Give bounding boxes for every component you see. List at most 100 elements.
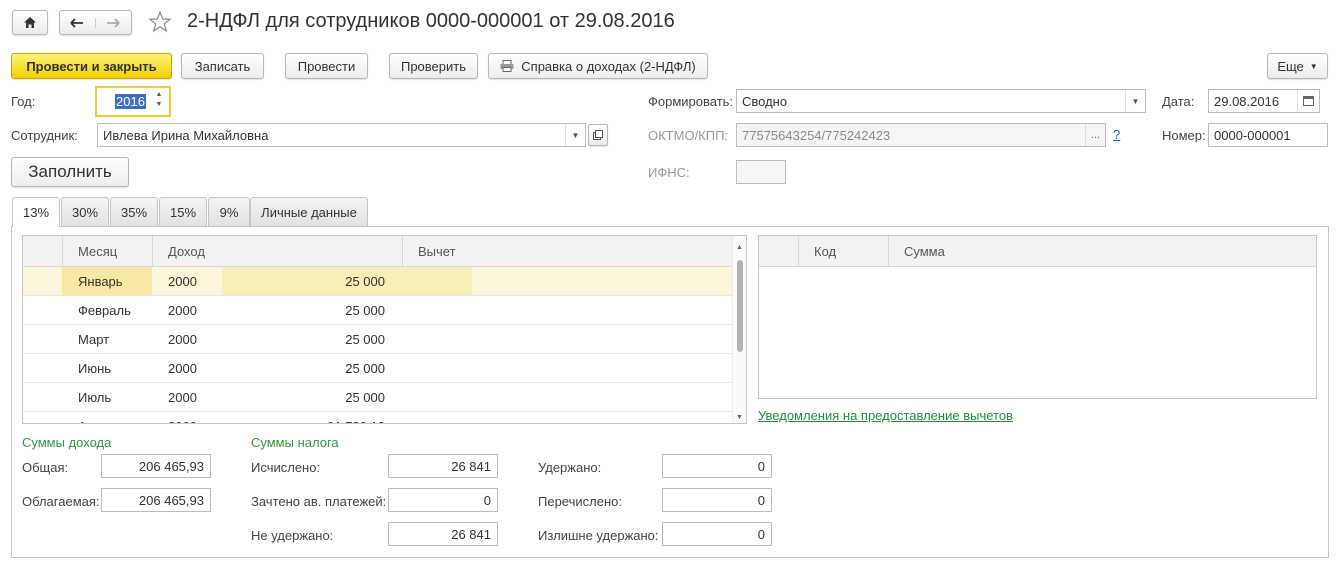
deduction-table[interactable]: Код Сумма <box>758 235 1317 399</box>
calendar-icon[interactable] <box>1297 90 1319 112</box>
generate-label: Формировать: <box>648 94 734 109</box>
deduction-table-header: Код Сумма <box>759 236 1316 267</box>
employee-value: Ивлева Ирина Михайловна <box>103 127 269 143</box>
printer-icon <box>500 60 514 72</box>
oktmo-label: ОКТМО/КПП: <box>648 128 729 143</box>
income-scrollbar[interactable]: ▲ ▼ <box>732 236 746 423</box>
income-table-header: Месяц Доход Вычет <box>23 236 746 267</box>
tax-calculated-field[interactable]: 26 841 <box>388 454 498 478</box>
tab-13[interactable]: 13% <box>12 197 60 227</box>
oktmo-select-button[interactable]: ... <box>1085 124 1105 146</box>
tax-transferred-field[interactable]: 0 <box>662 488 772 512</box>
month-cell: Февраль <box>78 302 131 318</box>
employee-label: Сотрудник: <box>11 128 78 143</box>
col-code-header[interactable]: Код <box>798 236 888 267</box>
tax-transferred-value: 0 <box>757 492 765 508</box>
tab-9[interactable]: 9% <box>208 197 250 226</box>
table-row[interactable]: Февраль 2000 25 000 <box>23 296 733 325</box>
deduction-notices-link[interactable]: Уведомления на предоставление вычетов <box>758 408 1013 423</box>
tax-credited-value: 0 <box>483 492 491 508</box>
income-code-cell: 2000 <box>168 360 197 376</box>
scroll-down-icon[interactable]: ▼ <box>736 414 743 421</box>
deduction-code-cell <box>402 383 472 411</box>
chevron-down-icon[interactable]: ▼ <box>1125 90 1145 112</box>
income-taxable-field[interactable]: 206 465,93 <box>101 488 211 512</box>
window-title: 2-НДФЛ для сотрудников 0000-000001 от 29… <box>187 10 675 32</box>
forward-icon[interactable] <box>96 17 132 28</box>
chevron-down-icon[interactable]: ▼ <box>565 124 585 146</box>
favorite-star-icon[interactable] <box>148 10 172 37</box>
save-button[interactable]: Записать <box>181 53 264 79</box>
tax-withheld-field[interactable]: 0 <box>662 454 772 478</box>
number-value: 0000-000001 <box>1214 127 1291 143</box>
income-amount-cell: 25 000 <box>345 331 385 347</box>
income-amount-cell: 25 000 <box>345 360 385 376</box>
tax-not-withheld-field[interactable]: 26 841 <box>388 522 498 546</box>
scroll-thumb[interactable] <box>737 260 743 352</box>
tax-not-withheld-value: 26 841 <box>451 526 491 542</box>
table-row[interactable]: Январь 2000 25 000 <box>23 267 733 296</box>
date-field[interactable]: 29.08.2016 <box>1208 89 1320 113</box>
number-label: Номер: <box>1162 128 1206 143</box>
nav-buttons <box>59 10 132 35</box>
post-button[interactable]: Провести <box>285 53 368 79</box>
tab-personal-data[interactable]: Личные данные <box>250 197 368 226</box>
back-icon[interactable] <box>60 17 96 28</box>
col-month-header[interactable]: Месяц <box>62 236 152 267</box>
income-taxable-label: Облагаемая: <box>22 494 100 509</box>
fill-button[interactable]: Заполнить <box>11 157 129 187</box>
table-row[interactable]: Июль 2000 25 000 <box>23 383 733 412</box>
home-button[interactable] <box>12 10 48 35</box>
table-row[interactable]: Март 2000 25 000 <box>23 325 733 354</box>
table-row[interactable]: Июнь 2000 25 000 <box>23 354 733 383</box>
tab-15[interactable]: 15% <box>159 197 207 226</box>
number-field[interactable]: 0000-000001 <box>1208 123 1328 147</box>
tax-excess-value: 0 <box>757 526 765 542</box>
income-amount-cell: 91 730,12 <box>222 412 402 424</box>
income-code-cell: 2000 <box>168 273 197 289</box>
deduction-code-cell <box>402 296 472 324</box>
tab-30[interactable]: 30% <box>61 197 109 226</box>
post-and-close-button[interactable]: Провести и закрыть <box>11 53 172 79</box>
more-menu-button[interactable]: Еще ▼ <box>1267 53 1328 79</box>
generate-select[interactable]: Сводно ▼ <box>736 89 1146 113</box>
tax-not-withheld-label: Не удержано: <box>251 528 334 543</box>
employee-field[interactable]: Ивлева Ирина Михайловна ▼ <box>97 123 586 147</box>
ifns-field[interactable] <box>736 160 786 184</box>
open-icon <box>593 130 603 140</box>
income-amount-cell: 25 000 <box>345 389 385 405</box>
col-sum-header[interactable]: Сумма <box>888 236 1316 267</box>
year-field[interactable]: 2016 ▲ ▼ <box>95 86 171 117</box>
check-button[interactable]: Проверить <box>389 53 478 79</box>
year-spinner[interactable]: ▲ ▼ <box>153 90 165 110</box>
generate-value: Сводно <box>742 93 788 109</box>
scroll-up-icon[interactable]: ▲ <box>736 244 743 251</box>
oktmo-field[interactable]: 77575643254/775242423 ... <box>736 123 1106 147</box>
oktmo-help-link[interactable]: ? <box>1113 127 1120 142</box>
col-deduction-header[interactable]: Вычет <box>402 236 732 267</box>
tax-excess-field[interactable]: 0 <box>662 522 772 546</box>
income-table[interactable]: Месяц Доход Вычет Январь 2000 25 000 Феврал… <box>22 235 747 424</box>
table-row[interactable]: А200091 730,12 <box>23 412 733 424</box>
tab-35[interactable]: 35% <box>110 197 158 226</box>
income-report-button[interactable]: Справка о доходах (2-НДФЛ) <box>488 53 708 79</box>
income-total-field[interactable]: 206 465,93 <box>101 454 211 478</box>
month-cell: Март <box>78 331 110 347</box>
tax-transferred-label: Перечислено: <box>538 494 622 509</box>
tax-excess-label: Излишне удержано: <box>538 528 659 543</box>
income-code-cell: 2000 <box>152 412 222 424</box>
deduction-code-cell <box>402 412 472 423</box>
more-label: Еще <box>1277 58 1304 74</box>
open-employee-button[interactable] <box>588 124 608 146</box>
year-label: Год: <box>11 94 36 109</box>
tax-credited-field[interactable]: 0 <box>388 488 498 512</box>
income-code-cell: 2000 <box>168 302 197 318</box>
income-amount-cell: 25 000 <box>345 302 385 318</box>
month-cell: Июнь <box>78 360 112 376</box>
chevron-down-icon: ▼ <box>1309 61 1318 71</box>
tax-credited-label: Зачтено ав. платежей: <box>251 494 387 509</box>
tax-withheld-label: Удержано: <box>538 460 602 475</box>
tax-calculated-label: Исчислено: <box>251 460 321 475</box>
deduction-code-cell <box>402 267 472 295</box>
col-income-header[interactable]: Доход <box>152 236 402 267</box>
